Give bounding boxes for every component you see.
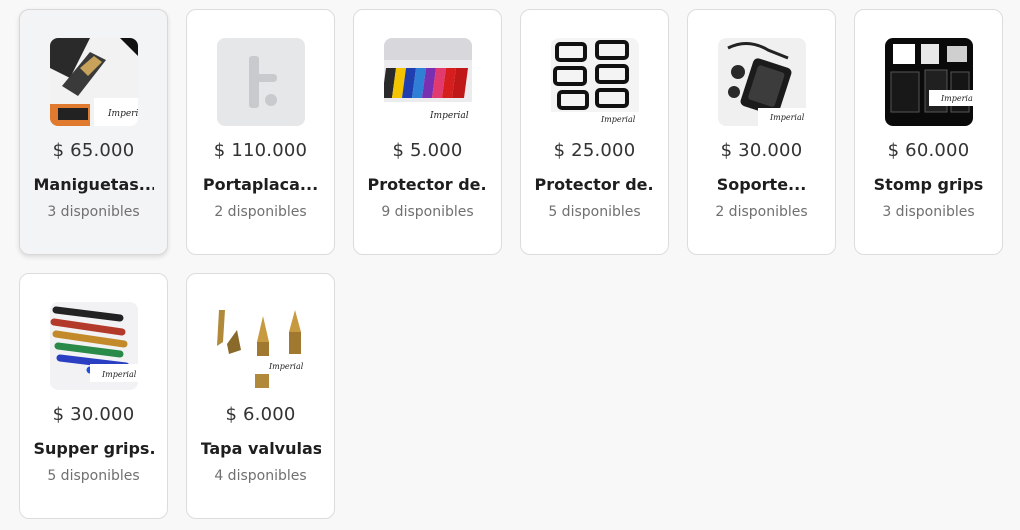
tapa-valvulas-image: Imperial [216,302,305,390]
product-name: Maniguetas... [33,175,154,194]
product-stock: 4 disponibles [214,468,307,484]
stomp-grips-image: Imperial [884,38,973,126]
product-name: Protector de.. [367,175,488,194]
watermark-text: Imperial [107,109,138,119]
placeholder-logo-icon [216,38,305,126]
product-card[interactable]: $ 110.000 Portaplaca... 2 disponibles [186,9,335,255]
product-name: Stomp grips [873,175,984,194]
product-grid: Imperial $ 65.000 Maniguetas... 3 dispon… [19,9,1003,519]
product-name: Portaplaca... [202,175,319,194]
product-card[interactable]: Imperial $ 5.000 Protector de.. 9 dispon… [353,9,502,255]
protector-colors-image: Imperial [383,38,472,126]
product-card[interactable]: Imperial $ 6.000 Tapa valvulas 4 disponi… [186,273,335,519]
watermark-text: Imperial [268,362,304,371]
product-card[interactable]: Imperial $ 30.000 Supper grips.. 5 dispo… [19,273,168,519]
product-name: Supper grips.. [33,439,154,458]
product-stock: 5 disponibles [47,468,140,484]
watermark-text: Imperial [429,111,469,121]
product-price: $ 30.000 [720,140,803,161]
watermark-text: Imperial [769,113,805,122]
product-price: $ 5.000 [392,140,463,161]
product-stock: 2 disponibles [214,204,307,220]
watermark-text: Imperial [600,115,636,124]
product-card[interactable]: Imperial $ 60.000 Stomp grips 3 disponib… [854,9,1003,255]
product-stock: 3 disponibles [47,204,140,220]
supper-grips-image: Imperial [49,302,138,390]
product-price: $ 25.000 [553,140,636,161]
product-card[interactable]: Imperial $ 65.000 Maniguetas... 3 dispon… [19,9,168,255]
product-price: $ 65.000 [52,140,135,161]
product-name: Soporte... [716,175,807,194]
watermark-text: Imperial [940,94,973,103]
product-price: $ 110.000 [213,140,308,161]
product-card[interactable]: Imperial $ 25.000 Protector de.. 5 dispo… [520,9,669,255]
protector-frames-image: Imperial [550,38,639,126]
watermark-text: Imperial [101,370,137,379]
product-stock: 5 disponibles [548,204,641,220]
product-name: Protector de.. [534,175,655,194]
maniguetas-image: Imperial [49,38,138,126]
product-price: $ 60.000 [887,140,970,161]
product-stock: 3 disponibles [882,204,975,220]
product-price: $ 30.000 [52,404,135,425]
product-stock: 2 disponibles [715,204,808,220]
soporte-image: Imperial [717,38,806,126]
product-card[interactable]: Imperial $ 30.000 Soporte... 2 disponibl… [687,9,836,255]
product-stock: 9 disponibles [381,204,474,220]
product-price: $ 6.000 [225,404,296,425]
product-name: Tapa valvulas [200,439,321,458]
